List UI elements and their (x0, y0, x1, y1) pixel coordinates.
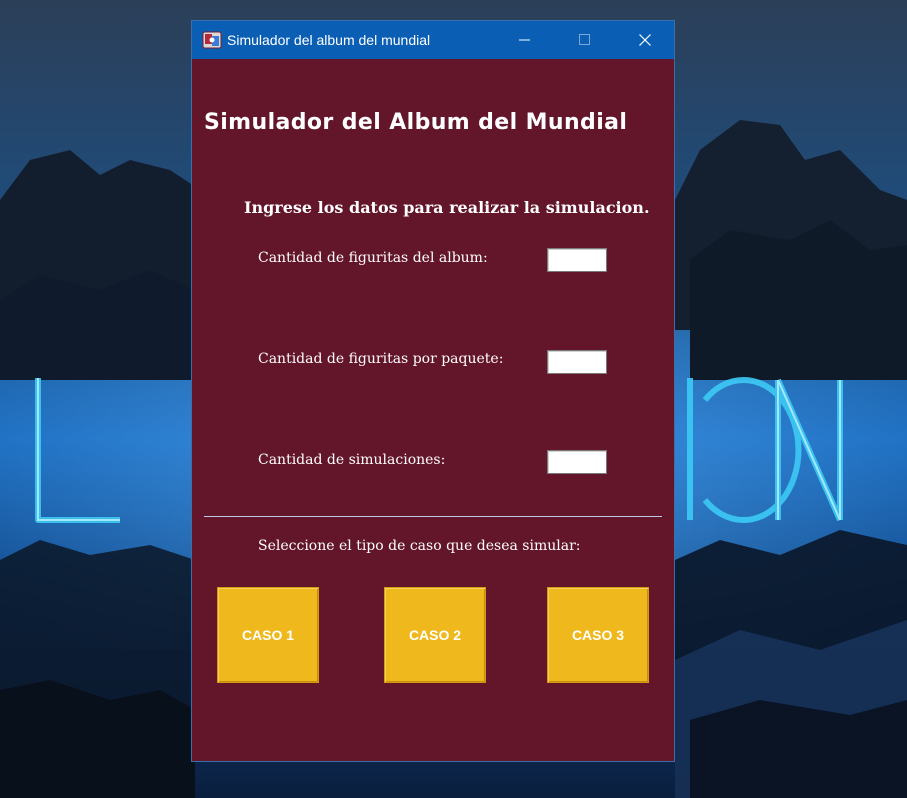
pack-size-label: Cantidad de figuritas por paquete: (258, 351, 504, 367)
app-icon (202, 31, 222, 49)
form-subheading: Ingrese los datos para realizar la simul… (244, 198, 650, 217)
album-size-input[interactable] (547, 248, 607, 272)
section-divider (204, 516, 662, 517)
minimize-icon (519, 39, 530, 41)
pack-size-input[interactable] (547, 350, 607, 374)
maximize-button[interactable] (562, 21, 608, 59)
simulations-input[interactable] (547, 450, 607, 474)
case-1-button[interactable]: CASO 1 (217, 587, 319, 683)
minimize-button[interactable] (502, 21, 548, 59)
close-button[interactable] (622, 21, 668, 59)
case-2-button[interactable]: CASO 2 (384, 587, 486, 683)
album-size-label: Cantidad de figuritas del album: (258, 250, 488, 266)
simulations-label: Cantidad de simulaciones: (258, 452, 446, 468)
case-select-label: Seleccione el tipo de caso que desea sim… (258, 538, 581, 554)
window-title: Simulador del album del mundial (227, 32, 431, 48)
app-window: Simulador del album del mundial Simulado… (191, 20, 675, 762)
maximize-icon (579, 34, 590, 45)
form-heading: Simulador del Album del Mundial (204, 110, 628, 135)
title-bar[interactable]: Simulador del album del mundial (192, 21, 674, 59)
close-icon (639, 34, 651, 46)
case-3-button[interactable]: CASO 3 (547, 587, 649, 683)
